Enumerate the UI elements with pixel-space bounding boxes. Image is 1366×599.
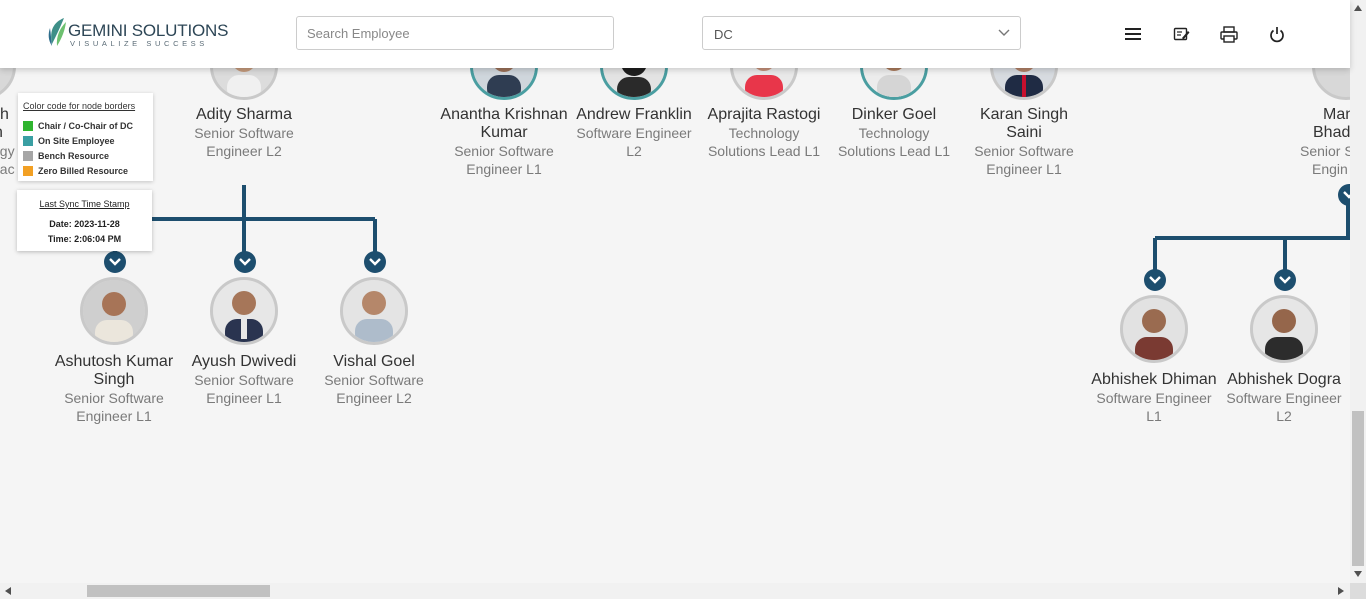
expand-toggle[interactable] <box>364 251 386 273</box>
chevron-down-icon <box>1279 276 1291 284</box>
employee-name: Andrew Franklin <box>576 106 692 123</box>
legend-label: Zero Billed Resource <box>38 166 129 176</box>
employee-title: Senior Software Engineer L1 <box>974 143 1074 177</box>
hamburger-menu-icon <box>1125 28 1141 40</box>
employee-title: Senior Software Engineer L1 <box>454 143 554 177</box>
employee-name: Ashutosh Kumar Singh <box>54 353 174 388</box>
employee-name: Aprajita Rastogi <box>707 106 821 123</box>
printer-icon <box>1220 25 1238 43</box>
org-chart-canvas[interactable]: sh n ogy eac Man Bhad Senior S Engin Adi… <box>0 0 1350 583</box>
legend-item: Bench Resource <box>23 150 109 162</box>
employee-title: Technology Solutions Lead L1 <box>707 125 821 159</box>
legend-item: Chair / Co-Chair of DC <box>23 120 133 132</box>
employee-title: Senior Software Engineer L2 <box>194 125 294 159</box>
top-header: GEMINI SOLUTIONS VISUALIZE SUCCESS DC <box>0 0 1350 68</box>
chevron-down-icon <box>109 258 121 266</box>
legend-swatch <box>23 121 33 131</box>
chevron-down-icon <box>1149 276 1161 284</box>
sync-time: Time: 2:06:04 PM <box>47 234 122 244</box>
company-logo[interactable]: GEMINI SOLUTIONS VISUALIZE SUCCESS <box>46 16 228 50</box>
scroll-right-arrow-icon[interactable] <box>1338 587 1344 595</box>
expand-toggle[interactable] <box>1144 269 1166 291</box>
edit-report-icon <box>1173 27 1189 40</box>
vertical-scroll-thumb[interactable] <box>1352 411 1364 566</box>
node-title-partial: Engin <box>1312 161 1348 177</box>
legend-item: On Site Employee <box>23 135 115 147</box>
expand-toggle[interactable] <box>1274 269 1296 291</box>
sync-timestamp-card: Last Sync Time Stamp Date: 2023-11-28 Ti… <box>17 190 152 251</box>
sync-date: Date: 2023-11-28 <box>49 219 120 229</box>
expand-toggle[interactable] <box>234 251 256 273</box>
avatar <box>1120 295 1188 363</box>
power-icon <box>1270 26 1284 42</box>
avatar <box>340 277 408 345</box>
node-name-partial: Man <box>1323 106 1350 123</box>
logo-tagline: VISUALIZE SUCCESS <box>70 39 208 48</box>
legend-label: Chair / Co-Chair of DC <box>38 121 134 131</box>
legend-title: Color code for node borders <box>23 101 136 111</box>
vertical-scrollbar[interactable] <box>1350 0 1366 583</box>
node-title-partial: ogy <box>0 143 15 159</box>
report-button[interactable] <box>1171 24 1191 44</box>
filter-value: DC <box>714 27 733 42</box>
employee-title: Senior Software Engineer L2 <box>324 372 424 406</box>
node-name-partial: n <box>0 124 3 142</box>
employee-title: Technology Solutions Lead L1 <box>837 125 951 159</box>
node-title-partial: Senior S <box>1300 143 1350 159</box>
search-employee-input[interactable] <box>296 16 614 50</box>
legend-item: Zero Billed Resource <box>23 165 128 177</box>
employee-name: Karan Singh Saini <box>979 106 1069 141</box>
legend-swatch <box>23 151 33 161</box>
expand-toggle[interactable] <box>104 251 126 273</box>
legend-label: Bench Resource <box>38 151 110 161</box>
employee-title: Software Engineer L2 <box>1226 390 1342 424</box>
connector-lines <box>113 185 1350 278</box>
employee-title: Software Engineer L1 <box>1096 390 1212 424</box>
scroll-left-arrow-icon[interactable] <box>5 587 11 595</box>
horizontal-scrollbar[interactable] <box>0 583 1350 599</box>
leaf-logo-icon <box>48 18 66 46</box>
avatar <box>210 277 278 345</box>
avatar <box>1250 295 1318 363</box>
node-border-legend: Color code for node borders Chair / Co-C… <box>18 93 153 181</box>
logo-name: GEMINI SOLUTIONS <box>68 21 229 40</box>
scrollbar-corner <box>1350 583 1366 599</box>
employee-name: Abhishek Dogra <box>1227 371 1341 388</box>
print-button[interactable] <box>1219 24 1239 44</box>
employee-name: Abhishek Dhiman <box>1091 371 1217 388</box>
avatar <box>80 277 148 345</box>
chevron-down-icon <box>1343 191 1350 199</box>
employee-name: Ayush Dwivedi <box>191 353 297 370</box>
logout-button[interactable] <box>1267 24 1287 44</box>
chevron-down-icon <box>369 258 381 266</box>
filter-select[interactable]: DC <box>702 16 1021 50</box>
node-name-partial: Bhad <box>1313 124 1350 141</box>
legend-swatch <box>23 166 33 176</box>
node-title-partial: eac <box>0 161 15 177</box>
sync-title: Last Sync Time Stamp <box>39 199 130 209</box>
employee-name: Adity Sharma <box>195 106 293 123</box>
horizontal-scroll-thumb[interactable] <box>87 585 270 597</box>
node-name-partial: sh <box>0 106 9 123</box>
chevron-down-icon <box>239 258 251 266</box>
scroll-up-arrow-icon[interactable] <box>1354 5 1362 11</box>
scroll-down-arrow-icon[interactable] <box>1354 571 1362 577</box>
employee-name: Dinker Goel <box>851 106 937 123</box>
employee-title: Software Engineer L2 <box>576 125 692 159</box>
menu-button[interactable] <box>1123 24 1143 44</box>
employee-name: Anantha Krishnan Kumar <box>440 106 568 141</box>
legend-swatch <box>23 136 33 146</box>
chevron-down-icon <box>998 29 1010 36</box>
employee-title: Senior Software Engineer L1 <box>194 372 294 406</box>
employee-name: Vishal Goel <box>333 353 415 370</box>
legend-label: On Site Employee <box>38 136 115 146</box>
employee-title: Senior Software Engineer L1 <box>64 390 164 424</box>
